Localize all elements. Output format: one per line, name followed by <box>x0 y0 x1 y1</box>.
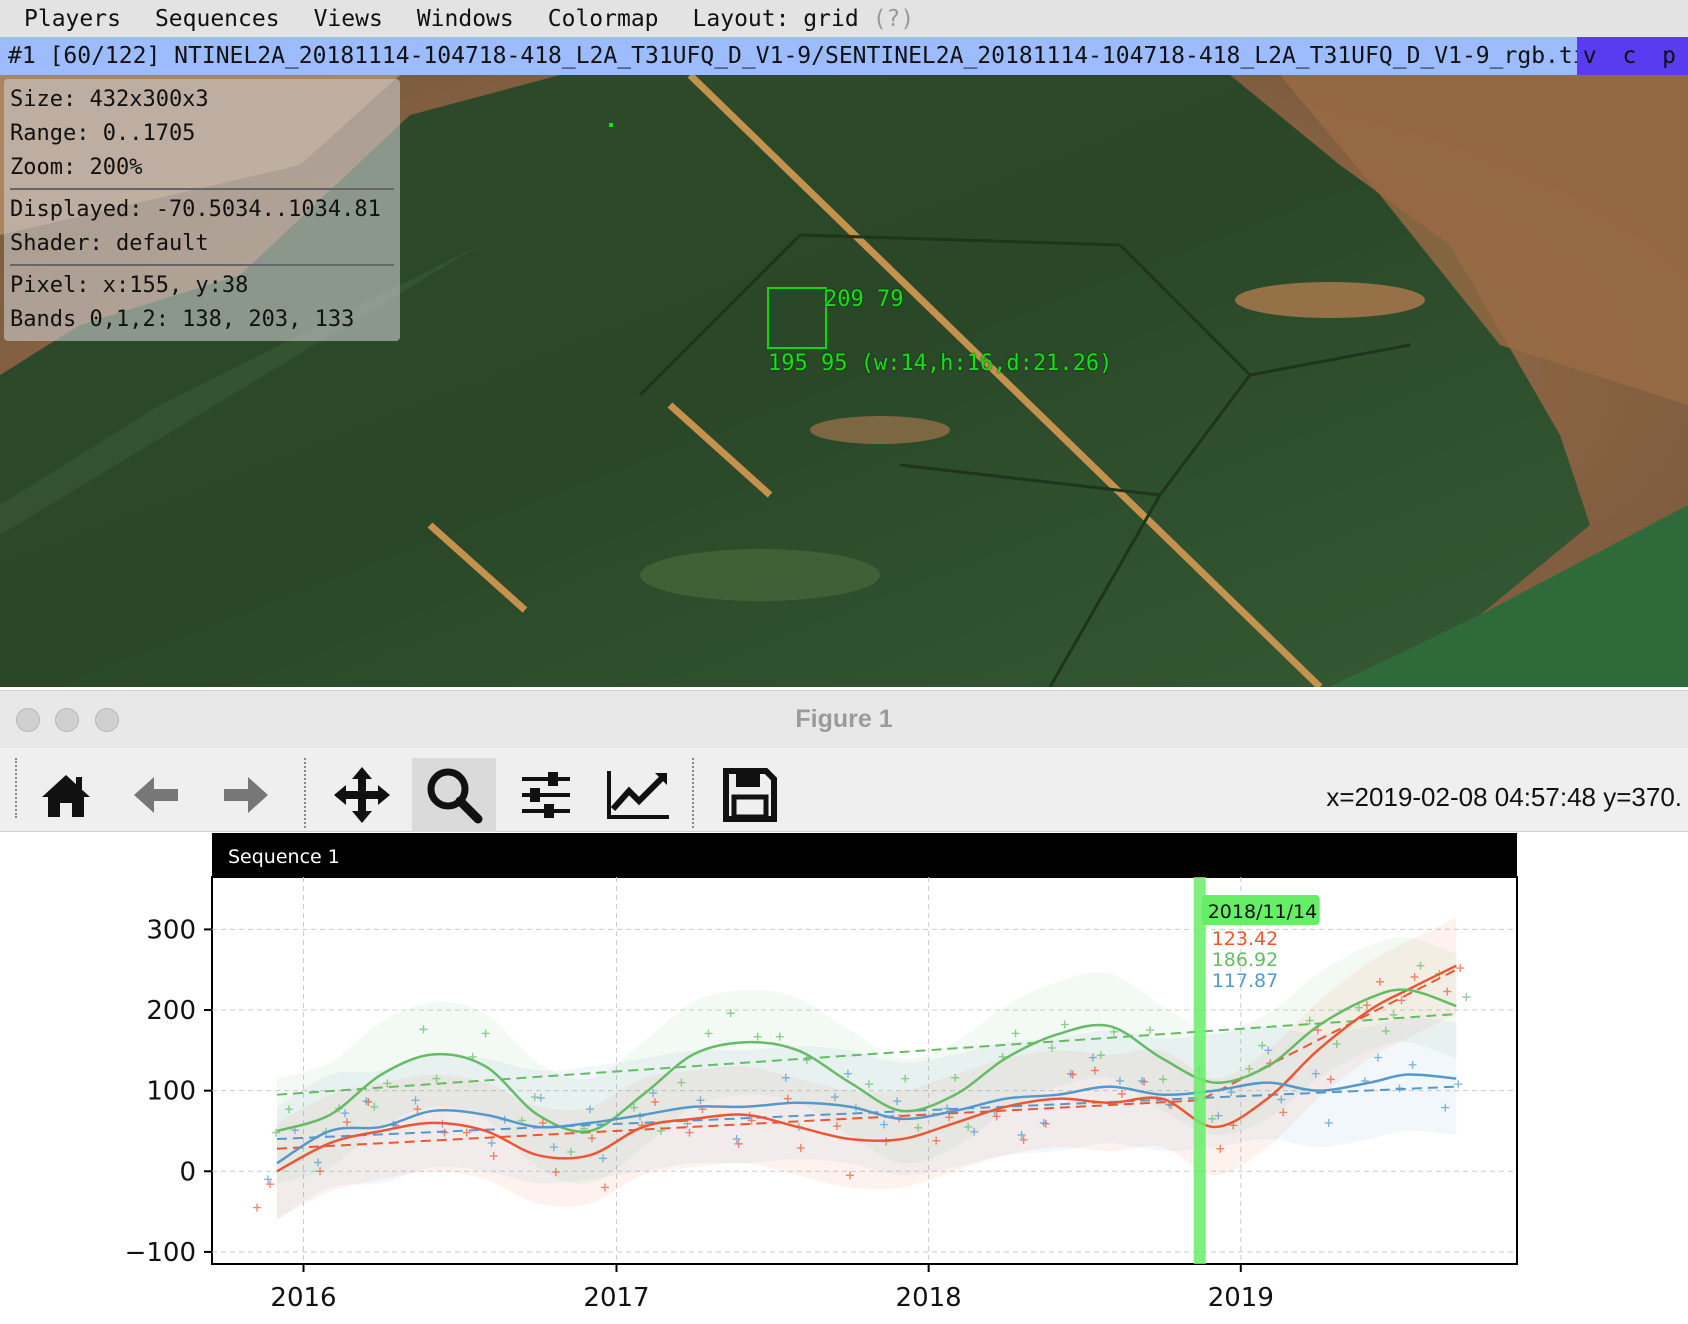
viewer-title-bar: #1 [60/122] NTINEL2A_20181114-104718-418… <box>0 37 1688 75</box>
home-icon <box>42 775 90 817</box>
info-size: Size: 432x300x3 <box>10 87 209 112</box>
viewer-title: #1 [60/122] NTINEL2A_20181114-104718-418… <box>8 43 1577 69</box>
cursor-value-label: 123.42 <box>1212 928 1278 950</box>
pan-button[interactable] <box>320 758 404 832</box>
pixel-marker <box>609 123 613 127</box>
selection-corner-label: 209 79 <box>824 287 904 312</box>
info-divider <box>10 264 394 266</box>
viewer-flags[interactable]: v c p <box>1576 37 1688 75</box>
cursor-value-label: 186.92 <box>1212 949 1278 971</box>
menu-colormap[interactable]: Colormap <box>548 6 659 32</box>
info-pixel: Pixel: x:155, y:38 <box>10 273 249 298</box>
figure-titlebar: Figure 1 <box>0 690 1688 748</box>
cursor-coordinates: x=2019-02-08 04:57:48 y=370. <box>1326 782 1682 812</box>
y-tick-label: 0 <box>179 1157 196 1187</box>
image-viewport[interactable]: Size: 432x300x3 Range: 0..1705 Zoom: 200… <box>0 75 1688 687</box>
axes-edit-icon <box>607 771 669 819</box>
y-tick-label: 200 <box>146 996 196 1026</box>
menu-help[interactable]: (?) <box>873 6 915 32</box>
info-overlay: Size: 432x300x3 Range: 0..1705 Zoom: 200… <box>4 79 400 341</box>
chart-title: Sequence 1 <box>228 846 340 868</box>
info-displayed: Displayed: -70.5034..1034.81 <box>10 197 381 222</box>
menu-players[interactable]: Players <box>24 6 121 32</box>
info-zoom: Zoom: 200% <box>10 155 143 180</box>
subplots-button[interactable] <box>504 758 588 832</box>
menubar: Players Sequences Views Windows Colormap… <box>0 0 1688 37</box>
toolbar-separator <box>304 758 306 828</box>
info-bands: Bands 0,1,2: 138, 203, 133 <box>10 307 355 332</box>
menu-sequences[interactable]: Sequences <box>155 6 280 32</box>
y-tick-label: 300 <box>146 915 196 945</box>
x-tick-label: 2019 <box>1208 1283 1274 1313</box>
selection-box[interactable] <box>767 287 827 349</box>
x-tick-label: 2018 <box>896 1283 962 1313</box>
home-button[interactable] <box>24 758 108 832</box>
info-divider <box>10 188 394 190</box>
chart[interactable]: Sequence 1 −100 0 100 200 300 2016 2017 2018 2019… <box>0 832 1688 1324</box>
cursor-line <box>1193 877 1206 1264</box>
figure-title: Figure 1 <box>795 705 893 733</box>
back-arrow-icon <box>134 777 178 813</box>
toolbar-grip[interactable] <box>15 758 17 818</box>
figure-window: Figure 1 x=2019-02-08 04:57:48 y=370. Se… <box>0 690 1688 1324</box>
cursor-value-label: 117.87 <box>1212 970 1278 992</box>
pan-icon <box>334 767 390 823</box>
axes-edit-button[interactable] <box>596 758 680 832</box>
forward-button[interactable] <box>204 758 288 832</box>
menu-views[interactable]: Views <box>314 6 383 32</box>
y-tick-label: −100 <box>125 1238 196 1268</box>
info-shader: Shader: default <box>10 231 209 256</box>
selection-size-label: 195 95 (w:14,h:16,d:21.26) <box>768 351 1113 376</box>
forward-arrow-icon <box>224 777 268 813</box>
menu-windows[interactable]: Windows <box>417 6 514 32</box>
subplots-icon <box>522 772 570 818</box>
toolbar-separator <box>692 758 694 828</box>
figure-toolbar: x=2019-02-08 04:57:48 y=370. <box>0 748 1688 832</box>
info-range: Range: 0..1705 <box>10 121 196 146</box>
cursor-date-label: 2018/11/14 <box>1208 901 1318 923</box>
save-icon <box>723 768 777 822</box>
back-button[interactable] <box>114 758 198 832</box>
zoom-button[interactable] <box>412 758 496 832</box>
y-tick-label: 100 <box>146 1077 196 1107</box>
x-tick-label: 2016 <box>270 1283 336 1313</box>
zoom-icon <box>427 768 483 824</box>
save-button[interactable] <box>708 758 792 832</box>
x-tick-label: 2017 <box>583 1283 649 1313</box>
menu-layout[interactable]: Layout: grid <box>693 6 859 32</box>
chart-title-bar <box>212 833 1517 877</box>
